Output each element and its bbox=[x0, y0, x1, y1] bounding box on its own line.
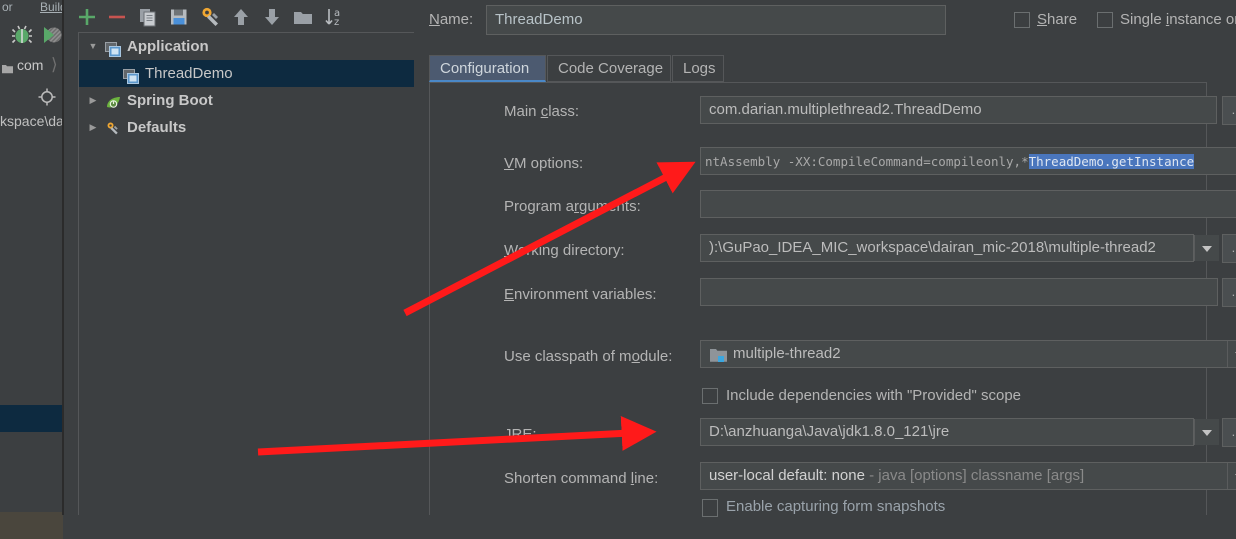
target-icon[interactable] bbox=[38, 88, 56, 106]
tree-item-spring-boot[interactable]: ▶ Spring Boot bbox=[79, 87, 414, 114]
configurations-left-pane: a z ▼ Application bbox=[64, 0, 414, 515]
chevron-right-icon[interactable]: ▶ bbox=[84, 114, 102, 141]
chevron-down-icon[interactable]: ▼ bbox=[84, 33, 102, 60]
run-debug-configurations-dialog: a z ▼ Application bbox=[63, 0, 1206, 515]
shorten-command-line-dropdown-arrow[interactable] bbox=[1227, 463, 1236, 489]
shorten-command-line-label: Shorten command line: bbox=[504, 470, 658, 487]
edit-defaults-wrench-button[interactable] bbox=[197, 4, 223, 30]
working-directory-input[interactable]: ):\GuPao_IDEA_MIC_workspace\dairan_mic-2… bbox=[700, 234, 1194, 262]
name-input[interactable]: ThreadDemo bbox=[486, 5, 946, 35]
configuration-tabs: Configuration Code Coverage Logs bbox=[429, 55, 1207, 82]
wrench-icon bbox=[104, 119, 120, 134]
working-directory-label: Working directory: bbox=[504, 242, 625, 259]
main-class-browse-button[interactable]: ... bbox=[1222, 96, 1236, 125]
environment-variables-label: Environment variables: bbox=[504, 286, 657, 303]
editor-highlight-warning bbox=[0, 512, 63, 539]
application-icon bbox=[105, 39, 121, 54]
application-icon bbox=[123, 66, 139, 81]
working-directory-dropdown-arrow[interactable] bbox=[1194, 235, 1219, 261]
tree-item-label: Spring Boot bbox=[127, 87, 213, 114]
configuration-right-pane: Name: ThreadDemo Share Single instance o… bbox=[414, 0, 1207, 515]
configurations-tree[interactable]: ▼ Application bbox=[78, 32, 414, 515]
chevron-down-icon bbox=[1202, 246, 1212, 252]
editor-path-text: kspace\da bbox=[0, 113, 64, 129]
share-checkbox[interactable] bbox=[1014, 12, 1030, 28]
editor-highlight-selection bbox=[0, 405, 63, 432]
tree-item-label: ThreadDemo bbox=[145, 60, 233, 87]
enable-capturing-label[interactable]: Enable capturing form snapshots bbox=[726, 498, 945, 515]
main-class-label: Main class: bbox=[504, 103, 579, 120]
remove-configuration-button[interactable] bbox=[104, 4, 130, 30]
single-instance-checkbox-label[interactable]: Single instance only bbox=[1120, 11, 1236, 28]
jre-dropdown-arrow[interactable] bbox=[1194, 419, 1219, 445]
share-checkbox-label[interactable]: Share bbox=[1037, 11, 1077, 28]
shorten-command-line-hint: - java [options] classname [args] bbox=[865, 467, 1084, 484]
sort-configurations-button[interactable]: a z bbox=[321, 4, 347, 30]
main-class-input[interactable]: com.darian.multiplethread2.ThreadDemo bbox=[700, 96, 1217, 124]
use-classpath-of-module-label: Use classpath of module: bbox=[504, 348, 672, 365]
move-down-button[interactable] bbox=[259, 4, 285, 30]
spring-boot-icon bbox=[105, 93, 121, 108]
run-with-coverage-icon[interactable] bbox=[41, 24, 63, 46]
environment-variables-browse-button[interactable]: ... bbox=[1222, 278, 1236, 307]
program-arguments-input[interactable] bbox=[700, 190, 1236, 218]
breadcrumb-label[interactable]: com bbox=[17, 57, 43, 73]
svg-text:z: z bbox=[334, 17, 339, 28]
program-arguments-label: Program arguments: bbox=[504, 198, 641, 215]
name-label: Name: bbox=[429, 11, 473, 28]
tree-item-label: Defaults bbox=[127, 114, 186, 141]
copy-configuration-button[interactable] bbox=[135, 4, 161, 30]
module-combo-input[interactable]: multiple-thread2 bbox=[700, 340, 1236, 368]
jre-label: JRE: bbox=[504, 426, 537, 443]
module-dropdown-arrow[interactable] bbox=[1227, 341, 1236, 367]
chevron-down-icon bbox=[1202, 430, 1212, 436]
debug-bug-icon[interactable] bbox=[10, 23, 34, 47]
tab-code-coverage[interactable]: Code Coverage bbox=[547, 55, 671, 82]
chevron-right-icon[interactable]: ▶ bbox=[84, 87, 102, 114]
name-row: Name: ThreadDemo Share Single instance o… bbox=[429, 5, 1207, 35]
ide-menu-item-0[interactable]: or bbox=[2, 0, 13, 14]
working-directory-browse-button[interactable]: ... bbox=[1222, 234, 1236, 263]
folder-icon bbox=[2, 61, 13, 71]
tree-item-threaddemo[interactable]: ThreadDemo bbox=[79, 60, 414, 87]
vm-options-selected-text: ThreadDemo.getInstance bbox=[1029, 154, 1195, 169]
vm-options-text: ntAssembly -XX:CompileCommand=compileonl… bbox=[705, 154, 1029, 169]
tab-configuration[interactable]: Configuration bbox=[429, 55, 546, 82]
vm-options-input[interactable]: ntAssembly -XX:CompileCommand=compileonl… bbox=[700, 147, 1236, 175]
tree-item-label: Application bbox=[127, 33, 209, 60]
tree-item-defaults[interactable]: ▶ Defaults bbox=[79, 114, 414, 141]
tab-logs[interactable]: Logs bbox=[672, 55, 724, 82]
jre-input[interactable]: D:\anzhuanga\Java\jdk1.8.0_121\jre bbox=[700, 418, 1194, 446]
move-up-button[interactable] bbox=[228, 4, 254, 30]
include-provided-scope-label[interactable]: Include dependencies with "Provided" sco… bbox=[726, 387, 1021, 404]
enable-capturing-checkbox[interactable] bbox=[702, 499, 718, 517]
vm-options-label: VM options: bbox=[504, 155, 583, 172]
shorten-command-line-combo[interactable]: user-local default: none - java [options… bbox=[700, 462, 1236, 490]
shorten-command-line-value: user-local default: none bbox=[709, 467, 865, 484]
add-configuration-button[interactable] bbox=[74, 4, 100, 30]
configurations-toolbar: a z bbox=[74, 4, 404, 30]
jre-browse-button[interactable]: ... bbox=[1222, 418, 1236, 447]
single-instance-checkbox[interactable] bbox=[1097, 12, 1113, 28]
module-icon bbox=[710, 348, 726, 362]
move-into-folder-button[interactable] bbox=[290, 4, 316, 30]
configuration-panel: Main class: com.darian.multiplethread2.T… bbox=[429, 82, 1207, 515]
chevron-right-icon: ⟩ bbox=[51, 55, 58, 75]
tree-item-application[interactable]: ▼ Application bbox=[79, 33, 414, 60]
environment-variables-input[interactable] bbox=[700, 278, 1218, 306]
include-provided-scope-checkbox[interactable] bbox=[702, 388, 718, 404]
save-configuration-button[interactable] bbox=[166, 4, 192, 30]
